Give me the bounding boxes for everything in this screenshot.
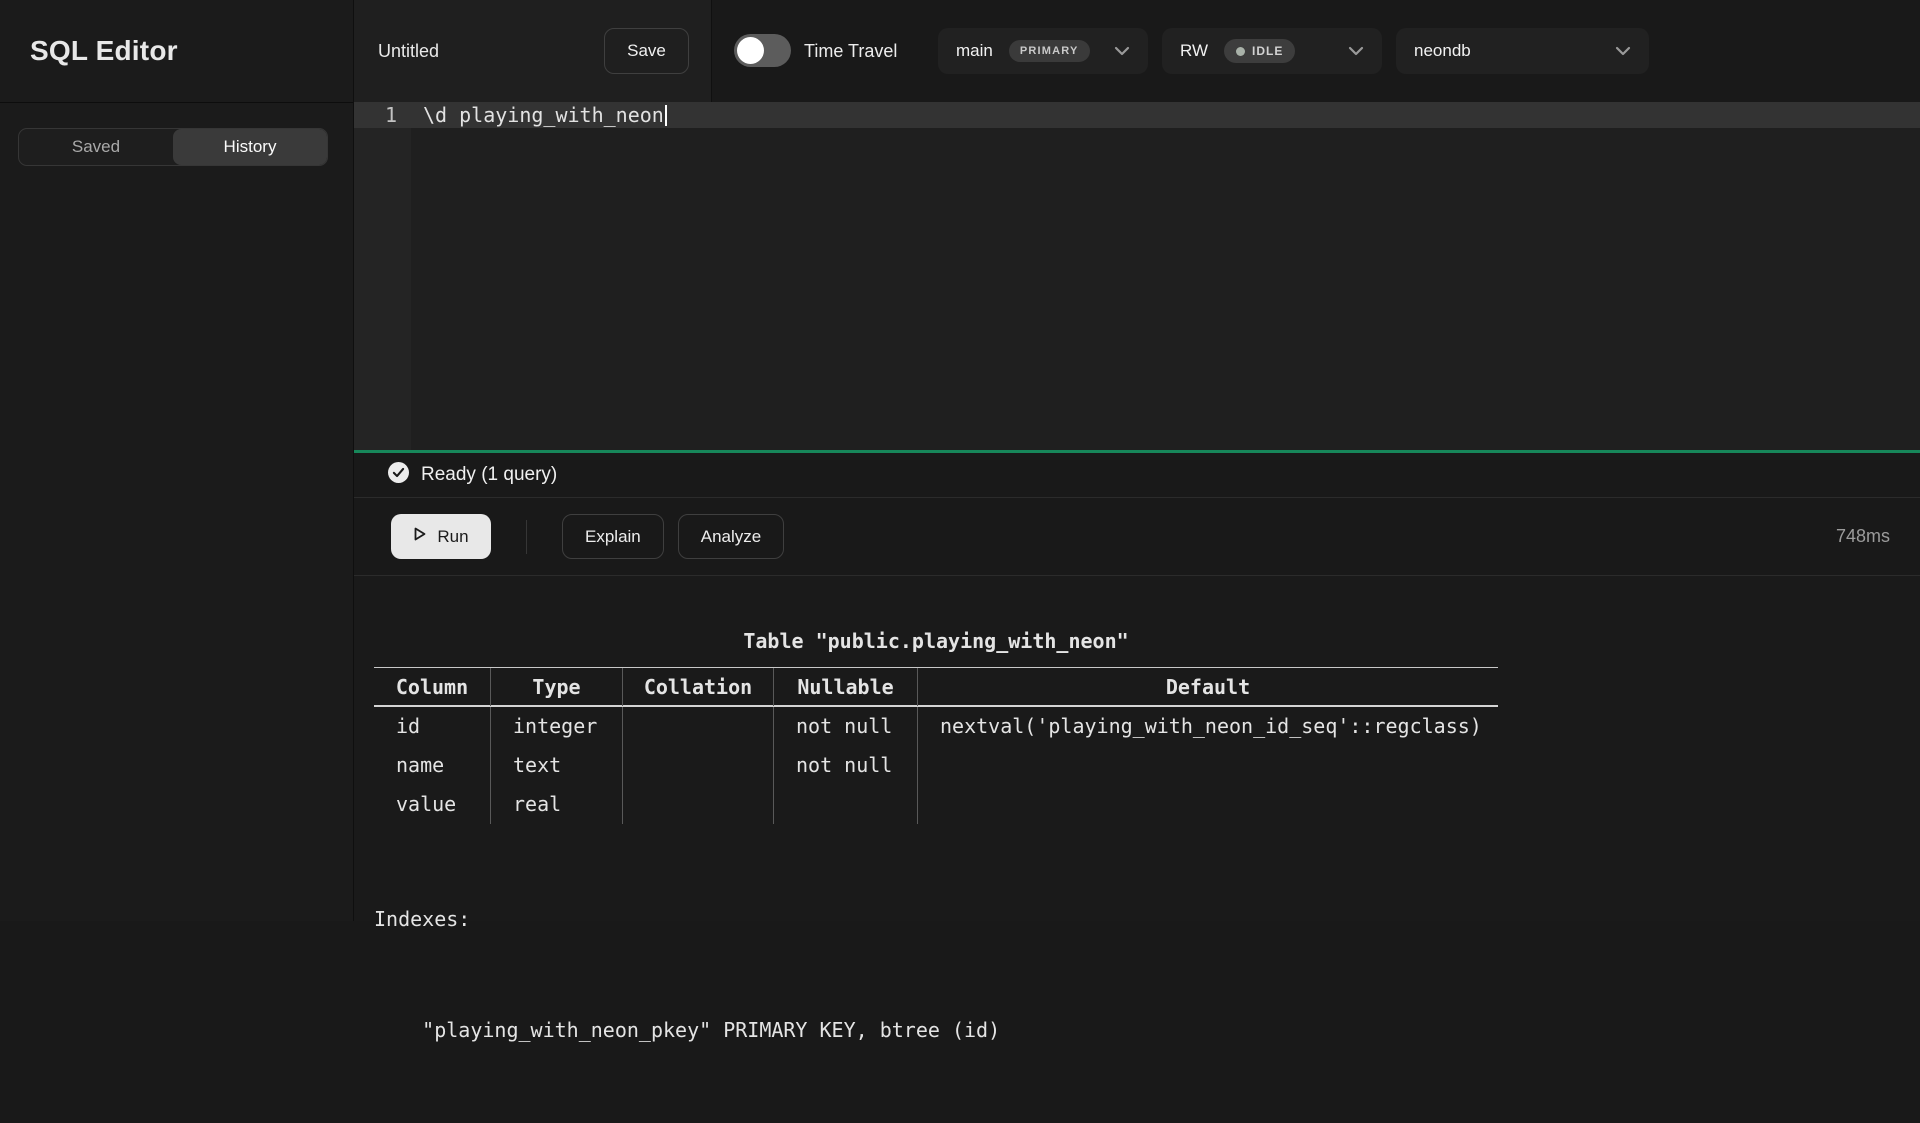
status-bar: Ready (1 query) <box>354 450 1920 498</box>
table-cell: id <box>374 707 490 746</box>
sidebar-header: SQL Editor <box>0 0 353 103</box>
table-cell <box>622 746 773 785</box>
time-travel-label: Time Travel <box>804 0 897 102</box>
indexes-label: Indexes: <box>374 901 1498 938</box>
result-table-title: Table "public.playing_with_neon" <box>374 628 1498 654</box>
psql-output: Table "public.playing_with_neon" Column … <box>374 628 1498 1123</box>
action-bar: Run Explain Analyze 748ms <box>354 498 1920 576</box>
chevron-down-icon <box>1615 46 1631 56</box>
page-title: SQL Editor <box>30 35 178 67</box>
tab-saved-label: Saved <box>72 137 120 157</box>
branch-select[interactable]: main PRIMARY <box>938 28 1148 74</box>
compute-status-badge: IDLE <box>1224 39 1295 63</box>
branch-name: main <box>956 41 993 61</box>
tab-saved[interactable]: Saved <box>19 129 173 165</box>
topbar: Untitled Save Time Travel main PRIMARY R… <box>354 0 1920 102</box>
results-panel: Table "public.playing_with_neon" Column … <box>354 576 1920 921</box>
table-cell <box>622 707 773 746</box>
text-cursor <box>665 105 667 126</box>
table-row: id integer not null nextval('playing_wit… <box>374 707 1498 746</box>
table-cell: text <box>490 746 622 785</box>
run-button-label: Run <box>437 527 468 547</box>
idle-status-dot-icon <box>1236 47 1245 56</box>
database-select[interactable]: neondb <box>1396 28 1649 74</box>
table-cell: not null <box>773 707 917 746</box>
tab-history-label: History <box>224 137 277 157</box>
vertical-divider <box>526 520 527 554</box>
indexes-section: Indexes: "playing_with_neon_pkey" PRIMAR… <box>374 827 1498 1123</box>
table-cell: integer <box>490 707 622 746</box>
column-header: Collation <box>622 668 773 706</box>
sidebar: SQL Editor Saved History <box>0 0 354 921</box>
table-cell: value <box>374 785 490 824</box>
compute-mode: RW <box>1180 41 1208 61</box>
time-travel-toggle[interactable] <box>734 34 791 67</box>
table-cell <box>917 785 1498 824</box>
column-header: Default <box>917 668 1498 706</box>
play-icon <box>413 526 427 547</box>
run-button[interactable]: Run <box>391 514 491 559</box>
query-title: Untitled <box>378 0 439 102</box>
explain-button[interactable]: Explain <box>562 514 664 559</box>
toggle-knob <box>737 37 764 64</box>
table-cell: nextval('playing_with_neon_id_seq'::regc… <box>917 707 1498 746</box>
table-cell <box>622 785 773 824</box>
sql-code-editor[interactable]: 1 \d playing_with_neon <box>354 102 1920 450</box>
query-duration: 748ms <box>1836 526 1890 547</box>
code-text: \d playing_with_neon <box>423 103 664 127</box>
main-panel: Untitled Save Time Travel main PRIMARY R… <box>354 0 1920 921</box>
branch-primary-badge: PRIMARY <box>1009 40 1090 62</box>
code-line[interactable]: \d playing_with_neon <box>423 102 667 128</box>
tab-history[interactable]: History <box>173 129 327 165</box>
table-cell: real <box>490 785 622 824</box>
line-number: 1 <box>354 102 411 128</box>
chevron-down-icon <box>1114 46 1130 56</box>
chevron-down-icon <box>1348 46 1364 56</box>
saved-history-segmented-control: Saved History <box>18 128 328 166</box>
save-button[interactable]: Save <box>604 28 689 74</box>
table-cell: name <box>374 746 490 785</box>
compute-status-text: IDLE <box>1252 44 1283 58</box>
table-row: name text not null <box>374 746 1498 785</box>
column-header: Type <box>490 668 622 706</box>
table-cell <box>773 785 917 824</box>
primary-key-line: "playing_with_neon_pkey" PRIMARY KEY, bt… <box>374 1012 1498 1049</box>
table-cell <box>917 746 1498 785</box>
database-name: neondb <box>1414 41 1471 61</box>
result-table-header: Column Type Collation Nullable Default <box>374 667 1498 707</box>
query-tab[interactable]: Untitled Save <box>354 0 712 102</box>
column-header: Column <box>374 675 490 699</box>
column-header: Nullable <box>773 668 917 706</box>
analyze-button[interactable]: Analyze <box>678 514 784 559</box>
table-cell: not null <box>773 746 917 785</box>
compute-select[interactable]: RW IDLE <box>1162 28 1382 74</box>
status-text: Ready (1 query) <box>421 464 557 486</box>
table-row: value real <box>374 785 1498 824</box>
success-check-icon <box>388 462 409 488</box>
editor-gutter <box>354 102 411 450</box>
